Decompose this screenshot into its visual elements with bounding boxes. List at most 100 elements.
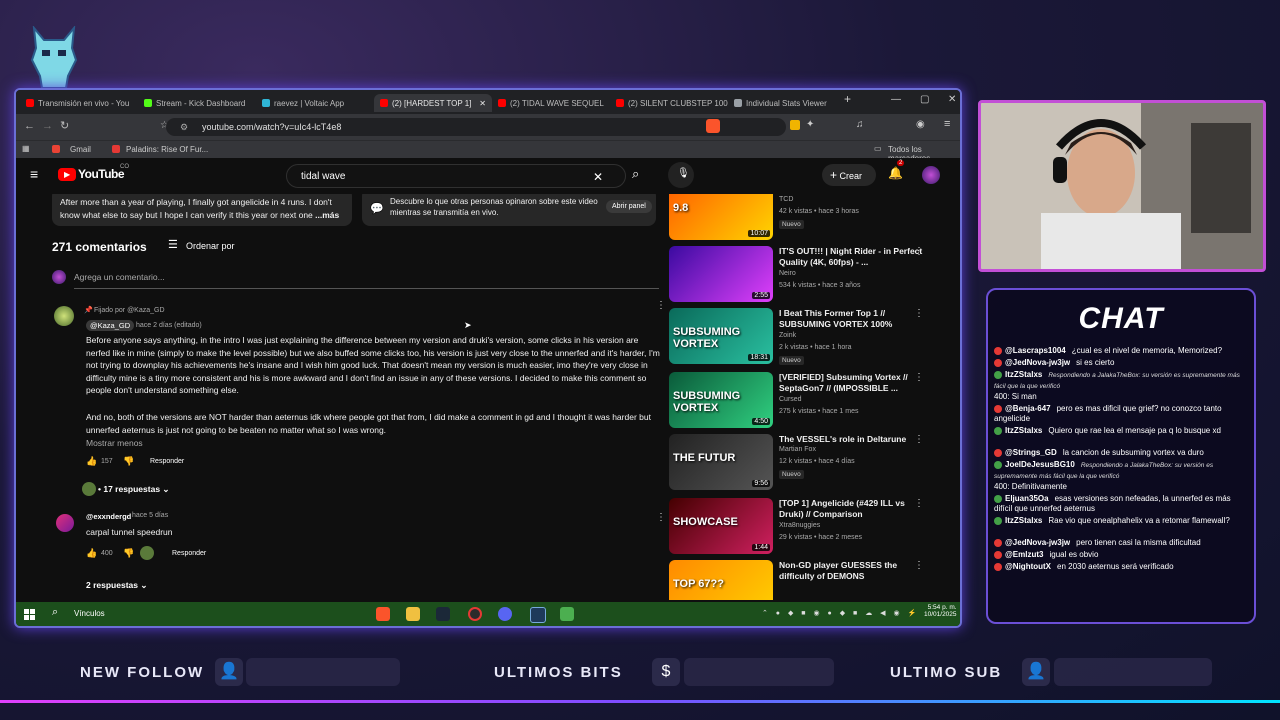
discord-icon[interactable] — [498, 607, 512, 621]
tab-4[interactable]: (2) TIDAL WAVE SEQUEL — [492, 94, 610, 112]
video-title[interactable]: TCD vs GD SKILL TESTER — [779, 194, 929, 195]
bookmark-paladins[interactable]: Paladins: Rise Of Fur... — [126, 145, 208, 154]
comment-menu-icon[interactable]: ⋮ — [656, 300, 666, 311]
commenter-avatar[interactable] — [54, 306, 74, 326]
tab-1[interactable]: Stream - Kick Dashboard — [138, 94, 256, 112]
voice-search-icon[interactable]: 🎙 — [668, 162, 694, 188]
video-menu-icon[interactable]: ⋮ — [914, 372, 924, 383]
extensions-puzzle-icon[interactable]: ✦ — [806, 119, 814, 130]
brave-shield-icon[interactable] — [706, 119, 720, 133]
chat-username[interactable]: @Lascraps1004 — [1005, 346, 1066, 355]
sort-icon[interactable]: ☰ — [168, 238, 178, 251]
extension-icon[interactable] — [790, 120, 800, 130]
reply-button[interactable]: Responder — [150, 458, 184, 465]
hamburger-menu-icon[interactable]: ≡ — [30, 166, 38, 182]
related-video[interactable]: 9.8 10:07 TCD vs GD SKILL TESTERTCD 42 k vi… — [669, 194, 959, 246]
system-tray-icons[interactable]: ⌃ ● ◆ ■ ◉ ● ◆ ■ ☁ ◀ ◉ ⚡ — [762, 609, 919, 617]
file-explorer-icon[interactable] — [406, 607, 420, 621]
clear-search-icon[interactable]: ✕ — [593, 165, 603, 189]
chat-username[interactable]: @Benja-647 — [1005, 404, 1051, 413]
url-field[interactable]: ⚙ youtube.com/watch?v=uIc4-lcT4e8 — [166, 118, 786, 136]
video-menu-icon[interactable]: ⋮ — [914, 246, 924, 257]
description-box[interactable]: After more than a year of playing, I fin… — [52, 194, 352, 226]
youtube-logo-text[interactable]: YouTube — [78, 167, 125, 181]
reload-icon[interactable]: ↻ — [60, 119, 69, 132]
chat-username[interactable]: @JedNova-jw3jw — [1005, 358, 1070, 367]
chat-username[interactable]: Eljuan35Oa — [1005, 494, 1049, 503]
video-channel[interactable]: Martian Fox — [779, 446, 816, 453]
chat-username[interactable]: @Strings_GD — [1005, 448, 1057, 457]
related-video[interactable]: SUBSUMING VORTEX 4:50 [VERIFIED] Subsuming… — [669, 372, 959, 434]
related-video[interactable]: THE FUTUR 9:56 The VESSEL's role in Deltar… — [669, 434, 959, 496]
chat-username[interactable]: ItzZStalxs — [1005, 516, 1042, 525]
brave-browser-icon[interactable] — [376, 607, 390, 621]
related-video[interactable]: 2:55 IT'S OUT!!! | Night Rider - in Perfe… — [669, 246, 959, 308]
reply-button[interactable]: Responder — [172, 550, 206, 557]
comment-menu-icon[interactable]: ⋮ — [656, 512, 666, 523]
clock[interactable]: 5:54 p. m. 10/01/2025 — [924, 604, 957, 618]
youtube-logo-icon[interactable]: ▶ — [58, 168, 76, 181]
back-icon[interactable]: ← — [24, 120, 35, 132]
tab-2[interactable]: raevez | Voltaic App — [256, 94, 374, 112]
video-thumbnail[interactable]: THE FUTUR 9:56 — [669, 434, 773, 490]
related-video[interactable]: SUBSUMING VORTEX 18:31 I Beat This Former … — [669, 308, 959, 370]
dislike-icon[interactable]: 👎 — [123, 456, 134, 467]
minimize-icon[interactable]: — — [891, 94, 901, 105]
video-channel[interactable]: Xtra8nuggies — [779, 522, 820, 529]
video-menu-icon[interactable]: ⋮ — [914, 434, 924, 445]
create-button[interactable]: + Crear — [822, 164, 876, 186]
like-icon[interactable]: 👍 — [86, 456, 97, 467]
video-title[interactable]: [TOP 1] Angelicide (#429 ILL vs Druki) /… — [779, 498, 929, 520]
steam-icon[interactable] — [436, 607, 450, 621]
bookmark-gmail[interactable]: Gmail — [70, 145, 91, 154]
video-thumbnail[interactable]: SUBSUMING VORTEX 18:31 — [669, 308, 773, 364]
apps-grid-icon[interactable]: ▦ — [22, 144, 30, 153]
commenter-avatar[interactable] — [56, 514, 74, 532]
like-icon[interactable]: 👍 — [86, 548, 97, 559]
close-window-icon[interactable]: ✕ — [948, 94, 956, 105]
replies-toggle[interactable]: 2 respuestas ⌄ — [86, 580, 147, 591]
obs-icon[interactable] — [468, 607, 482, 621]
video-title[interactable]: IT'S OUT!!! | Night Rider - in Perfect Q… — [779, 246, 929, 268]
video-channel[interactable]: Cursed — [779, 396, 802, 403]
video-channel[interactable]: Zoink — [779, 332, 796, 339]
replies-toggle[interactable]: • 17 respuestas ⌄ — [98, 484, 170, 495]
forward-icon[interactable]: → — [42, 120, 53, 132]
site-info-icon[interactable]: ⚙ — [180, 118, 188, 136]
related-video[interactable]: TOP 67?? Non-GD player GUESSES the diffic… — [669, 560, 959, 600]
chat-username[interactable]: @NightoutX — [1005, 562, 1051, 571]
voltaic-icon[interactable] — [530, 607, 546, 623]
windows-start-icon[interactable] — [24, 608, 36, 620]
chat-username[interactable]: ItzZStalxs — [1005, 370, 1042, 379]
tab-0[interactable]: Transmisión en vivo - You — [20, 94, 138, 112]
video-thumbnail[interactable]: 9.8 10:07 — [669, 194, 773, 240]
video-menu-icon[interactable]: ⋮ — [914, 498, 924, 509]
tab-3[interactable]: (2) [HARDEST TOP 1] ✕ — [374, 94, 492, 112]
search-icon[interactable]: ⌕ — [632, 166, 639, 182]
video-menu-icon[interactable]: ⋮ — [914, 194, 924, 195]
wallet-icon[interactable]: ◉ — [916, 119, 925, 130]
dislike-icon[interactable]: 👎 — [123, 548, 134, 559]
sort-button[interactable]: Ordenar por — [186, 241, 235, 251]
video-title[interactable]: Non-GD player GUESSES the difficulty of … — [779, 560, 929, 582]
add-comment-input[interactable]: Agrega un comentario... — [74, 272, 165, 282]
search-icon[interactable]: ⌕ — [52, 606, 58, 619]
video-thumbnail[interactable]: SHOWCASE 1:44 — [669, 498, 773, 554]
video-title[interactable]: [VERIFIED] Subsuming Vortex // SeptaGon7… — [779, 372, 929, 394]
comment-author[interactable]: @exxndergd — [86, 512, 131, 521]
music-icon[interactable]: ♫ — [856, 119, 864, 130]
comment-author[interactable]: @Kaza_GD — [86, 320, 135, 331]
more-link[interactable]: ...más — [315, 210, 339, 220]
avatar[interactable] — [922, 166, 940, 184]
chat-username[interactable]: ItzZStalxs — [1005, 426, 1042, 435]
menu-icon[interactable]: ≡ — [944, 118, 950, 130]
close-tab-icon[interactable]: ✕ — [479, 99, 486, 108]
chat-username[interactable]: JoelDeJesusBG10 — [1005, 460, 1075, 469]
video-thumbnail[interactable]: TOP 67?? — [669, 560, 773, 600]
open-panel-button[interactable]: Abrir panel — [606, 200, 652, 213]
taskbar-search-label[interactable]: Vínculos — [74, 609, 105, 618]
video-thumbnail[interactable]: 2:55 — [669, 246, 773, 302]
video-title[interactable]: I Beat This Former Top 1 // SUBSUMING VO… — [779, 308, 929, 330]
video-channel[interactable]: Neiro — [779, 270, 796, 277]
maximize-icon[interactable]: ▢ — [920, 94, 929, 105]
